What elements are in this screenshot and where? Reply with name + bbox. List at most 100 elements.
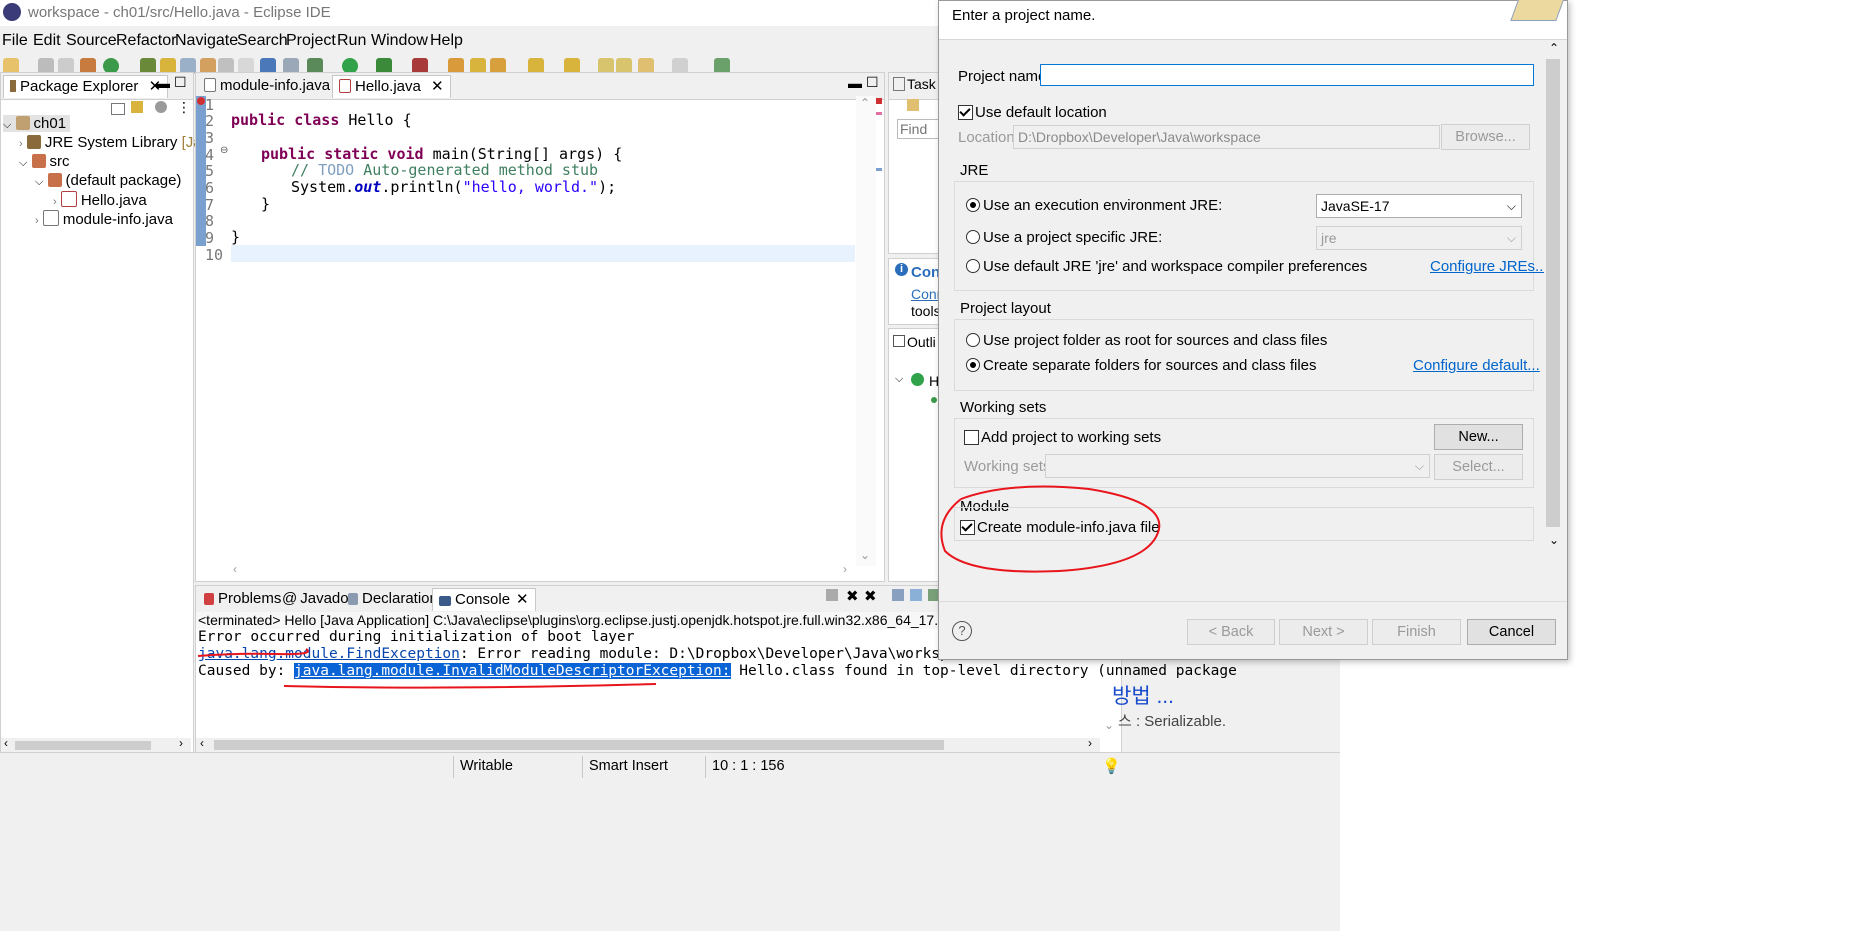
menu-navigate[interactable]: Navigate (175, 32, 238, 50)
chevron-down-icon[interactable]: ⌵ (3, 119, 11, 131)
new-task-icon[interactable] (907, 99, 919, 111)
background-page-title[interactable]: 방법 ... (1112, 680, 1174, 710)
working-sets-select[interactable]: ⌵ (1045, 454, 1430, 478)
execution-env-select[interactable]: JavaSE-17 ⌵ (1316, 194, 1522, 218)
tab-module-info[interactable]: module-info.java (198, 75, 336, 97)
menu-help[interactable]: Help (430, 32, 463, 50)
editor-horizontal-scrollbar[interactable]: ‹ › (231, 562, 855, 577)
help-icon[interactable]: ? (952, 621, 972, 641)
vertical-scrollbar[interactable]: ⌃ ⌄ (856, 96, 876, 566)
browse-button[interactable]: Browse... (1441, 124, 1530, 150)
clear-console-icon[interactable] (892, 589, 904, 601)
menu-edit[interactable]: Edit (33, 32, 61, 50)
fold-icon[interactable]: ⊖ (220, 145, 228, 156)
close-icon[interactable]: ✕ (431, 78, 444, 95)
filter-icon[interactable] (155, 101, 167, 113)
jre-project-specific-radio[interactable] (966, 230, 980, 244)
layout-root-radio[interactable] (966, 333, 980, 347)
add-working-sets-label[interactable]: Add project to working sets (981, 429, 1161, 446)
horizontal-scrollbar[interactable]: ‹ › (1, 736, 191, 752)
scroll-left-icon[interactable]: ‹ (200, 736, 204, 750)
remove-launch-icon[interactable]: ✖ (846, 587, 859, 605)
add-working-sets-checkbox[interactable] (964, 430, 979, 445)
tree-item-default-package[interactable]: ⌵ (default package) (35, 172, 181, 189)
finish-button[interactable]: Finish (1372, 619, 1461, 645)
layout-separate-radio[interactable] (966, 358, 980, 372)
find-input[interactable] (897, 119, 943, 139)
chevron-down-icon[interactable]: ⌵ (19, 157, 27, 169)
cancel-button[interactable]: Cancel (1467, 619, 1556, 645)
overview-error-marker[interactable] (876, 98, 882, 104)
jre-execution-env-radio[interactable] (966, 198, 980, 212)
minimize-icon[interactable]: ▬ (156, 75, 170, 91)
project-jre-select[interactable]: jre ⌵ (1316, 226, 1522, 250)
menu-project[interactable]: Project (286, 32, 336, 50)
tab-declaration[interactable]: Declaration (342, 588, 444, 610)
chevron-right-icon[interactable]: › (35, 215, 39, 227)
jre-execution-env-label[interactable]: Use an execution environment JRE: (983, 197, 1222, 214)
tree-item-hello-java[interactable]: › Hello.java (53, 191, 147, 209)
scroll-right-icon[interactable]: › (1088, 736, 1092, 750)
code-line-9[interactable]: } (231, 229, 240, 246)
jre-project-specific-label[interactable]: Use a project specific JRE: (983, 229, 1162, 246)
remove-all-icon[interactable]: ✖ (864, 587, 877, 605)
scroll-up-icon[interactable]: ⌃ (860, 96, 870, 110)
menu-run[interactable]: Run (337, 32, 366, 50)
task-tab[interactable]: Task (893, 76, 936, 92)
console-horizontal-scrollbar[interactable]: ‹ › (196, 736, 1100, 752)
layout-root-label[interactable]: Use project folder as root for sources a… (983, 332, 1327, 349)
tree-item-ch01[interactable]: ⌵ ch01 (3, 115, 71, 132)
overview-marker[interactable] (876, 112, 882, 115)
location-field[interactable]: D:\Dropbox\Developer\Java\workspace (1013, 125, 1440, 149)
menu-file[interactable]: File (2, 32, 28, 50)
use-default-location-checkbox[interactable] (958, 105, 973, 120)
code-line-7[interactable]: } (261, 196, 270, 213)
project-name-input[interactable] (1040, 64, 1534, 86)
code-line-2[interactable]: public class Hello { (231, 112, 412, 129)
scroll-down-icon[interactable]: ⌄ (860, 548, 870, 562)
configure-jres-link[interactable]: Configure JREs... (1430, 258, 1548, 275)
menu-window[interactable]: Window (371, 32, 428, 50)
link-editor-icon[interactable] (131, 101, 143, 113)
menu-search[interactable]: Search (237, 32, 288, 50)
use-default-location-label[interactable]: Use default location (975, 104, 1107, 121)
error-marker-icon[interactable] (197, 97, 205, 105)
chevron-right-icon[interactable]: › (53, 196, 57, 208)
menu-source[interactable]: Source (66, 32, 117, 50)
tab-hello-java[interactable]: Hello.java ✕ (332, 75, 451, 98)
back-button[interactable]: < Back (1187, 619, 1275, 645)
scroll-thumb[interactable] (214, 740, 944, 750)
tree-item-src[interactable]: ⌵ src (19, 153, 70, 170)
overview-marker[interactable] (876, 168, 882, 171)
scroll-thumb[interactable] (15, 741, 151, 750)
minimize-icon[interactable]: ▬ (848, 75, 862, 91)
scroll-down-icon[interactable]: ⌄ (1104, 718, 1114, 732)
close-icon[interactable]: ✕ (516, 591, 529, 608)
select-working-sets-button[interactable]: Select... (1434, 454, 1523, 480)
chevron-down-icon[interactable]: ⌵ (895, 373, 903, 386)
scroll-right-icon[interactable]: › (179, 736, 183, 750)
scroll-thumb[interactable] (1546, 59, 1560, 527)
configure-default-link[interactable]: Configure default... (1413, 357, 1540, 374)
layout-separate-label[interactable]: Create separate folders for sources and … (983, 357, 1317, 374)
chevron-down-icon[interactable]: ⌵ (35, 176, 43, 188)
dialog-vertical-scrollbar[interactable]: ⌃ ⌄ (1544, 41, 1564, 553)
lightbulb-icon[interactable]: 💡 (1102, 757, 1121, 775)
scroll-right-icon[interactable]: › (843, 562, 847, 576)
menu-refactor[interactable]: Refactor (116, 32, 176, 50)
next-button[interactable]: Next > (1279, 619, 1368, 645)
jre-default-label[interactable]: Use default JRE 'jre' and workspace comp… (983, 258, 1367, 275)
collapse-all-icon[interactable] (111, 103, 125, 115)
new-working-set-button[interactable]: New... (1434, 424, 1523, 450)
scroll-left-icon[interactable]: ‹ (233, 562, 237, 576)
tab-problems[interactable]: Problems (198, 588, 287, 610)
scroll-down-icon[interactable]: ⌄ (1549, 533, 1559, 547)
scroll-up-icon[interactable]: ⌃ (1549, 41, 1559, 55)
scroll-lock-icon[interactable] (910, 589, 922, 601)
maximize-icon[interactable]: ☐ (866, 74, 879, 91)
scroll-left-icon[interactable]: ‹ (4, 736, 8, 750)
outline-tab[interactable]: Outli (893, 334, 936, 350)
terminate-icon[interactable] (826, 589, 838, 601)
status-insert-mode[interactable]: Smart Insert (589, 758, 668, 774)
maximize-icon[interactable]: ☐ (174, 74, 187, 91)
